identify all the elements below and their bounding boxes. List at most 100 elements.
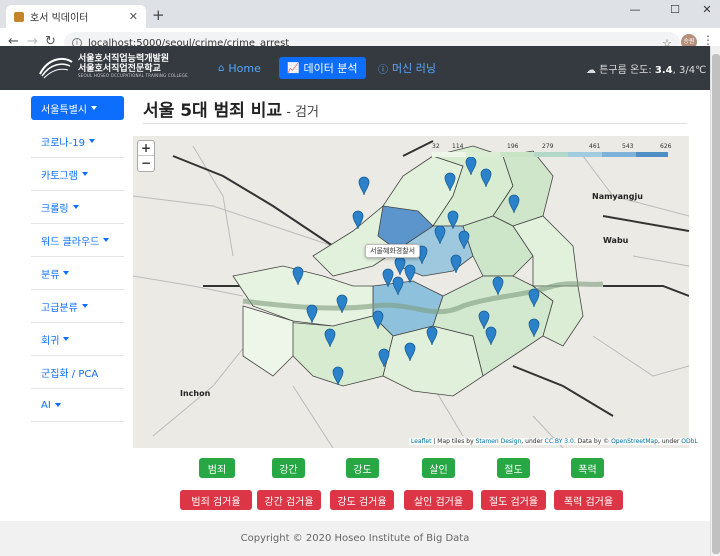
odbl-link[interactable]: ODbL — [681, 438, 698, 445]
btn-violence-rate[interactable]: 폭력 검거율 — [554, 490, 623, 510]
nav-home[interactable]: ⌂ Home — [210, 57, 269, 79]
legend-swatch — [568, 152, 602, 157]
legend-swatch — [432, 152, 466, 157]
btn-violence[interactable]: 폭력 — [571, 458, 604, 478]
sidebar-item-label: 분류 — [41, 269, 60, 281]
sidebar-item-corona[interactable]: 코로나-19 — [31, 125, 124, 158]
btn-theft-rate[interactable]: 절도 검거율 — [481, 490, 546, 510]
chart-icon: 📈 — [287, 62, 300, 74]
footer-text: Copyright © 2020 Hoseo Institute of Big … — [240, 533, 470, 544]
legend-swatch — [602, 152, 636, 157]
sidebar-item-label: 서울특별시 — [41, 104, 87, 116]
site-logo[interactable]: 서울호서직업능력개발원 서울호서직업전문학교 SEOUL HOSEO OCCUP… — [38, 54, 188, 80]
tab-close-icon[interactable]: ✕ — [129, 10, 138, 23]
attrib-text: , under — [658, 438, 682, 445]
site-navbar: 서울호서직업능력개발원 서울호서직업전문학교 SEOUL HOSEO OCCUP… — [0, 46, 710, 90]
sidebar-item-crawling[interactable]: 크롤링 — [31, 191, 124, 224]
zoom-out-button[interactable]: − — [138, 156, 154, 171]
minimize-button[interactable]: — — [620, 3, 650, 16]
btn-crime-rate[interactable]: 범죄 검거율 — [180, 490, 252, 510]
logo-emblem-icon — [38, 54, 74, 80]
caret-down-icon — [63, 337, 70, 341]
home-icon: ⌂ — [218, 62, 225, 74]
cloud-icon: ☁ — [586, 65, 596, 76]
legend-swatch — [466, 152, 500, 157]
legend-swatch — [636, 152, 668, 157]
sidebar-item-wordcloud[interactable]: 워드 클라우드 — [31, 224, 124, 257]
caret-down-icon — [63, 271, 70, 275]
title-divider — [143, 123, 687, 124]
ccby-link[interactable]: CC BY 3.0 — [545, 438, 574, 445]
marker-pin-icon — [358, 176, 370, 196]
btn-robbery-rate[interactable]: 강도 검거율 — [330, 490, 394, 510]
leaflet-link[interactable]: Leaflet — [411, 438, 431, 445]
caret-down-icon — [81, 304, 88, 308]
legend-tick: 32 — [432, 143, 440, 150]
btn-crime[interactable]: 범죄 — [199, 458, 235, 478]
choropleth-map[interactable]: Namyangju Wabu Inchon — [133, 136, 689, 448]
maximize-button[interactable]: ☐ — [660, 3, 690, 16]
legend-labels: 32 114 196 279 461 543 626 — [432, 143, 672, 151]
sidebar-item-regression[interactable]: 회귀 — [31, 323, 124, 356]
sidebar-item-cartogram[interactable]: 카토그램 — [31, 158, 124, 191]
caret-down-icon — [91, 106, 97, 110]
sidebar-item-classification[interactable]: 분류 — [31, 257, 124, 290]
osm-link[interactable]: OpenStreetMap — [611, 438, 658, 445]
page-title-main: 서울 5대 범죄 비교 — [143, 101, 283, 121]
sidebar-item-seoul[interactable]: 서울특별시 — [31, 96, 124, 120]
marker-pin-icon — [404, 264, 416, 284]
tab-title: 호서 빅데이터 — [30, 13, 89, 24]
browser-menu-icon[interactable]: ⋮ — [702, 33, 714, 47]
sidebar-item-label: AI — [41, 399, 51, 411]
browser-tab-bar: 호서 빅데이터 ✕ + — ☐ ✕ — [0, 0, 720, 28]
legend-tick: 114 — [452, 143, 464, 150]
map-zoom-control: + − — [137, 140, 155, 172]
legend-tick: 461 — [589, 143, 601, 150]
sidebar-item-clustering[interactable]: 군집화 / PCA — [31, 356, 124, 389]
legend-swatch — [500, 152, 534, 157]
sidebar-item-label: 크롤링 — [41, 203, 69, 215]
zoom-in-button[interactable]: + — [138, 141, 154, 156]
new-tab-button[interactable]: + — [152, 6, 165, 24]
window-close-button[interactable]: ✕ — [692, 3, 720, 16]
map-tooltip: 서울혜화경찰서 — [365, 244, 421, 258]
logo-line3: SEOUL HOSEO OCCUPATIONAL TRAINING COLLEG… — [78, 73, 188, 79]
btn-murder-rate[interactable]: 살인 검거율 — [404, 490, 473, 510]
sidebar-item-label: 고급분류 — [41, 302, 78, 314]
page-title: 서울 5대 범죄 비교 - 검거 — [143, 96, 319, 121]
marker-pin-icon — [394, 256, 406, 276]
btn-theft[interactable]: 절도 — [497, 458, 530, 478]
sidebar-item-label: 워드 클라우드 — [41, 236, 100, 248]
weather-current: 3.4 — [654, 65, 673, 76]
sidebar: 서울특별시 코로나-19 카토그램 크롤링 워드 클라우드 분류 고급분류 회귀… — [31, 96, 124, 422]
stamen-link[interactable]: Stamen Design — [476, 438, 522, 445]
map-label-incheon: Inchon — [180, 389, 211, 398]
sidebar-item-label: 카토그램 — [41, 170, 78, 182]
legend-swatch — [534, 152, 568, 157]
sidebar-item-label: 코로나-19 — [41, 137, 85, 149]
btn-robbery[interactable]: 강도 — [346, 458, 379, 478]
info-circle-icon: ⓘ — [378, 64, 388, 76]
page-footer: Copyright © 2020 Hoseo Institute of Big … — [0, 521, 710, 556]
map-label-namyangju: Namyangju — [592, 192, 643, 201]
scrollbar-thumb[interactable] — [712, 54, 720, 554]
legend-tick: 279 — [542, 143, 554, 150]
sidebar-item-ai[interactable]: AI — [31, 389, 124, 422]
nav-machine-learning[interactable]: ⓘ 머신 러닝 — [370, 57, 444, 79]
caret-down-icon — [54, 403, 61, 407]
caret-down-icon — [103, 238, 110, 242]
nav-data-analysis-label: 데이터 분석 — [303, 62, 358, 75]
caret-down-icon — [88, 139, 95, 143]
nav-data-analysis[interactable]: 📈 데이터 분석 — [279, 57, 366, 79]
page-scrollbar[interactable] — [710, 46, 720, 556]
browser-tab[interactable]: 호서 빅데이터 ✕ — [6, 5, 146, 28]
btn-murder[interactable]: 살인 — [422, 458, 455, 478]
weather-label: 튼구름 온도: — [599, 65, 655, 76]
sidebar-item-advanced-classification[interactable]: 고급분류 — [31, 290, 124, 323]
btn-rape[interactable]: 강간 — [272, 458, 305, 478]
nav-home-label: Home — [228, 61, 261, 75]
btn-rape-rate[interactable]: 강간 검거율 — [257, 490, 321, 510]
attrib-text: . Data by © — [573, 438, 612, 445]
map-attribution: Leaflet | Map tiles by Stamen Design, un… — [409, 438, 700, 445]
legend-tick: 626 — [660, 143, 672, 150]
